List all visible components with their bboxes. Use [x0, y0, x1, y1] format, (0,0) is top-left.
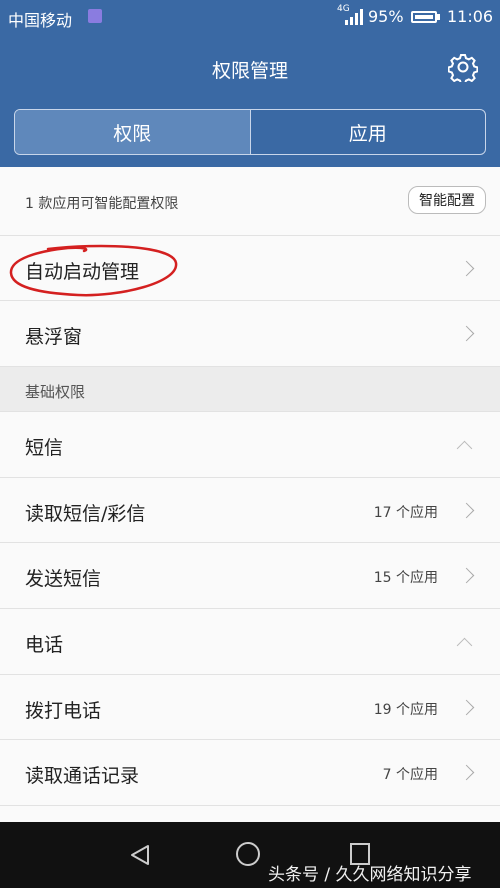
- chevron-up-icon[interactable]: [456, 637, 473, 654]
- chevron-right-icon: [458, 260, 475, 277]
- list-item-partial: [0, 806, 500, 822]
- battery-icon: [411, 11, 437, 23]
- app-count: 7 个应用: [382, 767, 438, 783]
- group-title: 短信: [25, 437, 64, 459]
- list-item-send-sms[interactable]: 发送短信 15 个应用: [0, 543, 500, 609]
- home-icon[interactable]: [236, 842, 260, 866]
- tab-bar: 权限 应用: [14, 109, 486, 155]
- list-item-read-sms[interactable]: 读取短信/彩信 17 个应用: [0, 478, 500, 543]
- page-title: 权限管理: [211, 60, 288, 82]
- tab-apps[interactable]: 应用: [251, 110, 486, 154]
- list-item-make-call[interactable]: 拨打电话 19 个应用: [0, 675, 500, 740]
- app-count: 19 个应用: [373, 702, 438, 718]
- list-item-label: 拨打电话: [25, 700, 102, 722]
- chevron-up-icon[interactable]: [456, 440, 473, 457]
- list-item-read-call-log[interactable]: 读取通话记录 7 个应用: [0, 740, 500, 806]
- group-header-phone[interactable]: 电话: [0, 609, 500, 675]
- back-icon[interactable]: [129, 844, 151, 866]
- watermark: 头条号 / 久久网络知识分享: [268, 865, 472, 885]
- section-header-basic: 基础权限: [0, 367, 500, 412]
- list-item-label: 悬浮窗: [25, 326, 83, 348]
- chevron-right-icon: [458, 699, 475, 716]
- list-item-floating-window[interactable]: 悬浮窗: [0, 301, 500, 367]
- smart-config-row: 1 款应用可智能配置权限 智能配置: [0, 167, 500, 236]
- carrier-name: 中国移动: [8, 11, 73, 30]
- chevron-right-icon: [458, 567, 475, 584]
- group-title: 电话: [25, 634, 64, 656]
- gear-icon[interactable]: [448, 52, 478, 82]
- title-bar: 权限管理: [0, 44, 500, 90]
- battery-percent: 95%: [368, 7, 404, 26]
- chevron-right-icon: [458, 502, 475, 519]
- chevron-right-icon: [458, 325, 475, 342]
- status-bar: 中国移动 4G 95% 11:06: [0, 0, 500, 34]
- tab-permissions[interactable]: 权限: [15, 110, 251, 154]
- annotation-circle: [9, 244, 178, 297]
- image-notification-icon: [88, 9, 102, 23]
- section-title: 基础权限: [25, 383, 86, 401]
- group-header-sms[interactable]: 短信: [0, 412, 500, 478]
- app-header: 中国移动 4G 95% 11:06 权限管理 权限 应用: [0, 0, 500, 167]
- app-count: 17 个应用: [373, 505, 438, 521]
- list-item-label: 读取通话记录: [25, 765, 140, 787]
- signal-icon: [345, 9, 363, 25]
- list-item-label: 发送短信: [25, 568, 102, 590]
- clock: 11:06: [447, 7, 494, 26]
- chevron-right-icon: [458, 764, 475, 781]
- app-count: 15 个应用: [373, 570, 438, 586]
- battery-tip: [437, 14, 440, 20]
- list-item-label: 读取短信/彩信: [25, 503, 146, 525]
- smart-config-button[interactable]: 智能配置: [408, 186, 486, 214]
- smart-config-info: 1 款应用可智能配置权限: [25, 196, 179, 212]
